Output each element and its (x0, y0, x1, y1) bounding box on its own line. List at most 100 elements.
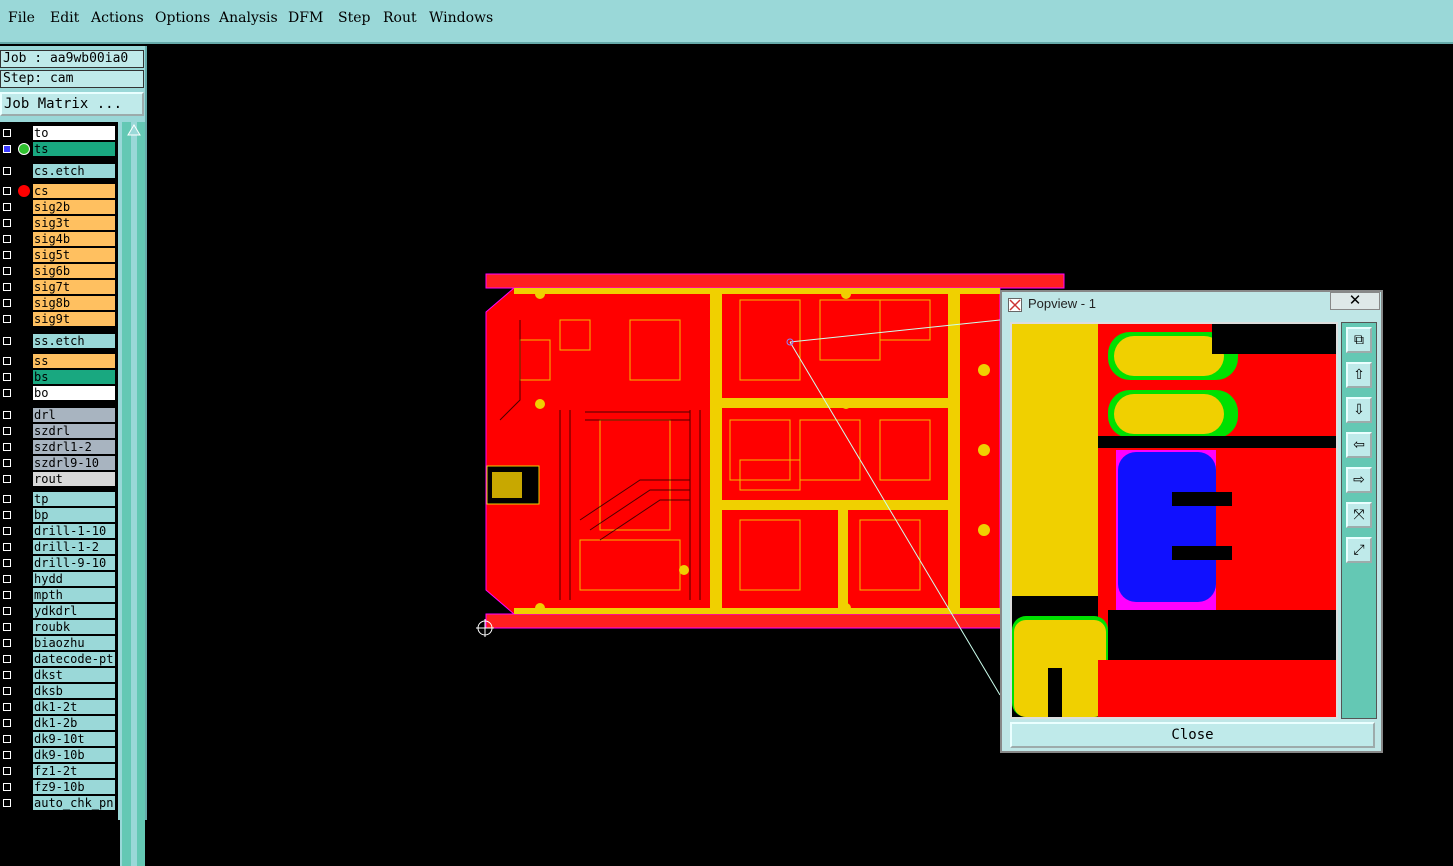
layer-name[interactable]: auto_chk_pn (33, 796, 115, 810)
layer-checkbox[interactable] (3, 219, 11, 227)
layer-checkbox[interactable] (3, 389, 11, 397)
popview-canvas[interactable] (1010, 322, 1338, 719)
layer-name[interactable]: szdrl (33, 424, 115, 438)
layer-name[interactable]: sig4b (33, 232, 115, 246)
layer-checkbox[interactable] (3, 427, 11, 435)
layer-checkbox[interactable] (3, 475, 11, 483)
layer-name[interactable]: drill-1-2 (33, 540, 115, 554)
menu-options[interactable]: Options (155, 10, 210, 26)
menu-dfm[interactable]: DFM (288, 10, 323, 26)
layer-name[interactable]: sig8b (33, 296, 115, 310)
layer-checkbox[interactable] (3, 187, 11, 195)
scrollbar-track[interactable] (131, 122, 137, 866)
layer-name[interactable]: bo (33, 386, 115, 400)
layer-name[interactable]: rout (33, 472, 115, 486)
layer-row[interactable]: fz9-10b (0, 780, 118, 795)
layer-row[interactable]: dk9-10t (0, 732, 118, 747)
zoom-out-icon[interactable]: ⤧ (1346, 502, 1372, 528)
layer-checkbox[interactable] (3, 607, 11, 615)
pan-down-icon[interactable]: ⇩ (1346, 397, 1372, 423)
menu-edit[interactable]: Edit (50, 10, 79, 26)
layer-name[interactable]: dk1-2t (33, 700, 115, 714)
layer-checkbox[interactable] (3, 559, 11, 567)
layer-name[interactable]: biaozhu (33, 636, 115, 650)
layer-name[interactable]: dksb (33, 684, 115, 698)
menu-actions[interactable]: Actions (91, 10, 144, 26)
close-icon[interactable]: ✕ (1330, 292, 1380, 310)
layer-row[interactable]: cs (0, 184, 118, 199)
layer-name[interactable]: szdrl9-10 (33, 456, 115, 470)
layer-row[interactable]: sig8b (0, 296, 118, 311)
layer-checkbox[interactable] (3, 655, 11, 663)
layer-name[interactable]: mpth (33, 588, 115, 602)
close-button[interactable]: Close (1010, 722, 1375, 748)
layer-checkbox[interactable] (3, 459, 11, 467)
layer-row[interactable]: hydd (0, 572, 118, 587)
layer-row[interactable]: sig2b (0, 200, 118, 215)
layer-checkbox[interactable] (3, 527, 11, 535)
layer-checkbox[interactable] (3, 411, 11, 419)
layer-row[interactable]: dk1-2t (0, 700, 118, 715)
layer-list-scrollbar[interactable] (120, 122, 145, 866)
scroll-up-arrow-icon[interactable] (127, 124, 141, 136)
layer-name[interactable]: ss (33, 354, 115, 368)
layer-row[interactable]: sig3t (0, 216, 118, 231)
layer-name[interactable]: sig2b (33, 200, 115, 214)
layer-name[interactable]: drill-1-10 (33, 524, 115, 538)
layer-row[interactable]: szdrl9-10 (0, 456, 118, 471)
layer-name[interactable]: tp (33, 492, 115, 506)
pan-left-icon[interactable]: ⇦ (1346, 432, 1372, 458)
layer-row[interactable]: biaozhu (0, 636, 118, 651)
layer-name[interactable]: sig3t (33, 216, 115, 230)
layer-row[interactable]: tp (0, 492, 118, 507)
layer-row[interactable]: roubk (0, 620, 118, 635)
layer-name[interactable]: cs.etch (33, 164, 115, 178)
layer-row[interactable]: ts (0, 142, 118, 157)
layer-name[interactable]: cs (33, 184, 115, 198)
layer-row[interactable]: sig5t (0, 248, 118, 263)
layer-name[interactable]: dk9-10b (33, 748, 115, 762)
layer-row[interactable]: auto_chk_pn (0, 796, 118, 811)
menu-step[interactable]: Step (338, 10, 370, 26)
layer-row[interactable]: sig4b (0, 232, 118, 247)
layer-checkbox[interactable] (3, 129, 11, 137)
zoom-in-icon[interactable]: ⤢ (1346, 537, 1372, 563)
layer-row[interactable]: drill-1-2 (0, 540, 118, 555)
layer-row[interactable]: szdrl1-2 (0, 440, 118, 455)
layer-name[interactable]: ts (33, 142, 115, 156)
layer-checkbox[interactable] (3, 751, 11, 759)
layer-name[interactable]: bs (33, 370, 115, 384)
menu-file[interactable]: File (8, 10, 35, 26)
layer-row[interactable]: fz1-2t (0, 764, 118, 779)
layer-row[interactable]: rout (0, 472, 118, 487)
layer-row[interactable]: cs.etch (0, 164, 118, 179)
layer-checkbox[interactable] (3, 443, 11, 451)
layer-name[interactable]: ydkdrl (33, 604, 115, 618)
layer-checkbox[interactable] (3, 251, 11, 259)
layer-row[interactable]: datecode-pt (0, 652, 118, 667)
layer-name[interactable]: roubk (33, 620, 115, 634)
layer-checkbox[interactable] (3, 315, 11, 323)
layer-name[interactable]: to (33, 126, 115, 140)
layer-name[interactable]: drl (33, 408, 115, 422)
layer-name[interactable]: sig7t (33, 280, 115, 294)
layer-checkbox[interactable] (3, 299, 11, 307)
menu-windows[interactable]: Windows (429, 10, 493, 26)
layer-checkbox[interactable] (3, 373, 11, 381)
menu-rout[interactable]: Rout (383, 10, 417, 26)
layer-checkbox[interactable] (3, 543, 11, 551)
layer-checkbox[interactable] (3, 495, 11, 503)
layer-checkbox[interactable] (3, 337, 11, 345)
job-matrix-button[interactable]: Job Matrix ... (0, 92, 144, 116)
layer-name[interactable]: sig5t (33, 248, 115, 262)
layer-name[interactable]: hydd (33, 572, 115, 586)
layer-checkbox[interactable] (3, 719, 11, 727)
layer-name[interactable]: bp (33, 508, 115, 522)
layer-row[interactable]: sig9t (0, 312, 118, 327)
layer-name[interactable]: sig6b (33, 264, 115, 278)
layer-checkbox[interactable] (3, 357, 11, 365)
layer-name[interactable]: szdrl1-2 (33, 440, 115, 454)
layer-checkbox[interactable] (3, 639, 11, 647)
layer-checkbox[interactable] (3, 283, 11, 291)
menu-analysis[interactable]: Analysis (219, 10, 278, 26)
